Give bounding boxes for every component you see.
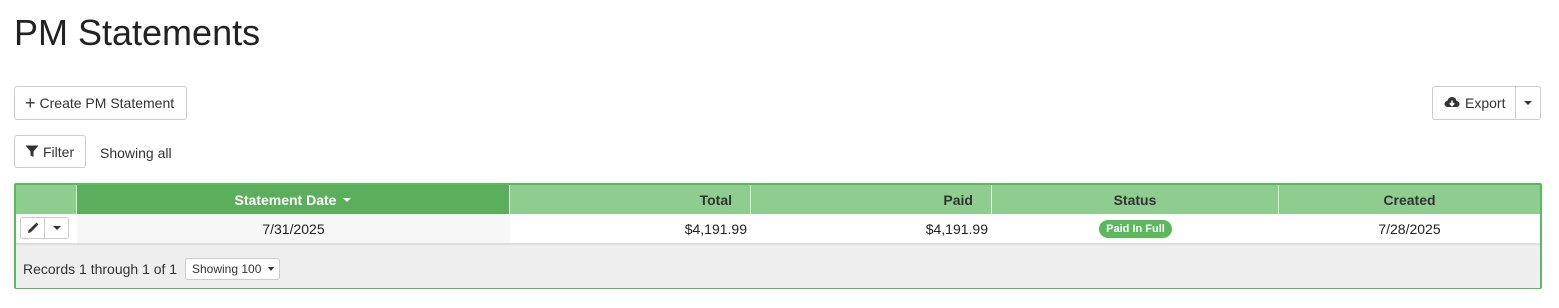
create-pm-statement-label: Create PM Statement xyxy=(39,95,175,111)
pm-statements-grid: Statement Date Total Paid Status Created xyxy=(14,183,1542,289)
export-label: Export xyxy=(1465,95,1506,111)
cell-status: Paid In Full xyxy=(992,214,1279,243)
cell-total: $4,191.99 xyxy=(684,220,747,237)
table-row: 7/31/2025 $4,191.99 $4,191.99 Paid In Fu… xyxy=(16,214,1540,244)
header-created-label: Created xyxy=(1383,191,1436,208)
page-title: PM Statements xyxy=(14,12,261,53)
header-statement-date-label: Statement Date xyxy=(234,191,337,208)
export-dropdown-toggle[interactable] xyxy=(1515,86,1541,120)
header-paid[interactable]: Paid xyxy=(751,185,992,214)
cloud-download-icon xyxy=(1444,96,1460,110)
cell-statement-date: 7/31/2025 xyxy=(77,214,510,243)
header-total[interactable]: Total xyxy=(510,185,751,214)
page-size-label: Showing 100 xyxy=(192,262,262,276)
filter-label: Filter xyxy=(43,143,75,160)
pencil-icon xyxy=(27,222,39,234)
plus-icon: + xyxy=(25,93,36,113)
header-status[interactable]: Status xyxy=(992,185,1279,214)
row-actions xyxy=(20,217,69,239)
row-actions-dropdown-toggle[interactable] xyxy=(44,217,69,239)
filter-button[interactable]: Filter xyxy=(14,135,86,168)
header-paid-label: Paid xyxy=(943,191,973,208)
grid-footer: Records 1 through 1 of 1 Showing 100 xyxy=(16,244,1540,288)
header-statement-date[interactable]: Statement Date xyxy=(77,185,510,214)
caret-down-icon xyxy=(268,267,275,271)
header-created[interactable]: Created xyxy=(1279,185,1540,214)
cell-paid: $4,191.99 xyxy=(925,220,988,237)
header-total-label: Total xyxy=(699,191,732,208)
status-badge: Paid In Full xyxy=(1099,219,1172,238)
sort-desc-icon xyxy=(343,197,352,202)
edit-button[interactable] xyxy=(20,217,45,239)
filter-status-text: Showing all xyxy=(100,145,172,161)
cell-created: 7/28/2025 xyxy=(1378,220,1441,237)
create-pm-statement-button[interactable]: + Create PM Statement xyxy=(14,86,187,120)
export-button[interactable]: Export xyxy=(1432,86,1517,120)
caret-down-icon xyxy=(52,226,61,230)
page-size-dropdown[interactable]: Showing 100 xyxy=(185,258,280,280)
export-button-group: Export xyxy=(1432,86,1542,120)
records-count-text: Records 1 through 1 of 1 xyxy=(23,261,178,277)
filter-icon xyxy=(25,145,39,158)
header-status-label: Status xyxy=(1113,191,1157,208)
caret-down-icon xyxy=(1524,101,1533,105)
header-actions xyxy=(16,185,77,214)
